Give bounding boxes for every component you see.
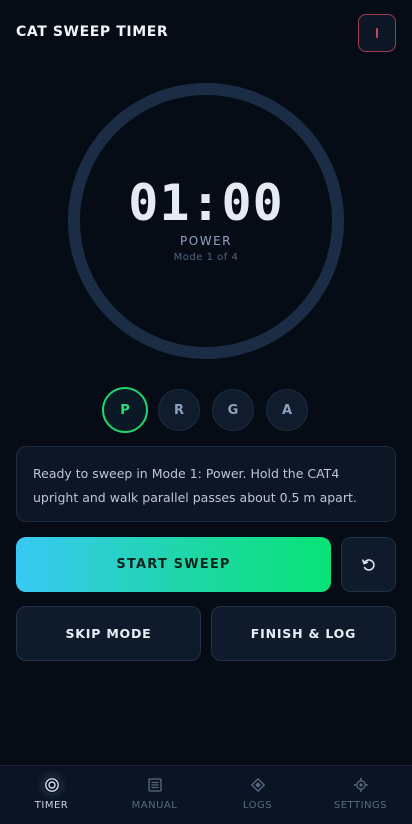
tab-label: SETTINGS [333,800,388,811]
mode-chip-a[interactable]: A [266,389,308,431]
skip-mode-button[interactable]: SKIP MODE [16,606,201,661]
tab-label: MANUAL [131,800,178,811]
timer-icon [44,777,60,793]
mode-count: Mode 1 of 4 [173,252,239,263]
logs-icon [250,777,266,793]
reset-button[interactable] [341,537,396,592]
stop-icon [376,28,378,38]
mode-chip-g[interactable]: G [212,389,254,431]
timer-dial: 01:00 POWER Mode 1 of 4 [66,81,346,361]
instructions-panel: Ready to sweep in Mode 1: Power. Hold th… [16,446,396,522]
instructions-text: Ready to sweep in Mode 1: Power. Hold th… [33,466,357,505]
tab-timer[interactable]: TIMER [0,766,103,824]
tab-label: LOGS [242,800,273,811]
stop-button[interactable] [358,14,396,52]
reset-icon [361,558,375,571]
mode-chip-r[interactable]: R [158,389,200,431]
mode-name: POWER [180,234,232,248]
manual-icon [147,777,163,793]
tab-settings[interactable]: SETTINGS [309,766,412,824]
tab-label: TIMER [34,800,69,811]
tab-logs[interactable]: LOGS [206,766,309,824]
app-title: CAT SWEEP TIMER [16,24,169,40]
settings-icon [353,777,369,793]
start-sweep-button[interactable]: START SWEEP [16,537,331,592]
bottom-tab-bar: TIMER MANUAL LOGS SETTINGS [0,765,412,824]
finish-log-button[interactable]: FINISH & LOG [211,606,396,661]
countdown-time: 01:00 [128,174,284,232]
tab-manual[interactable]: MANUAL [103,766,206,824]
app-header: CAT SWEEP TIMER [0,0,412,68]
mode-chip-power[interactable]: P [102,387,148,433]
mode-selector: P R G A [0,387,412,433]
